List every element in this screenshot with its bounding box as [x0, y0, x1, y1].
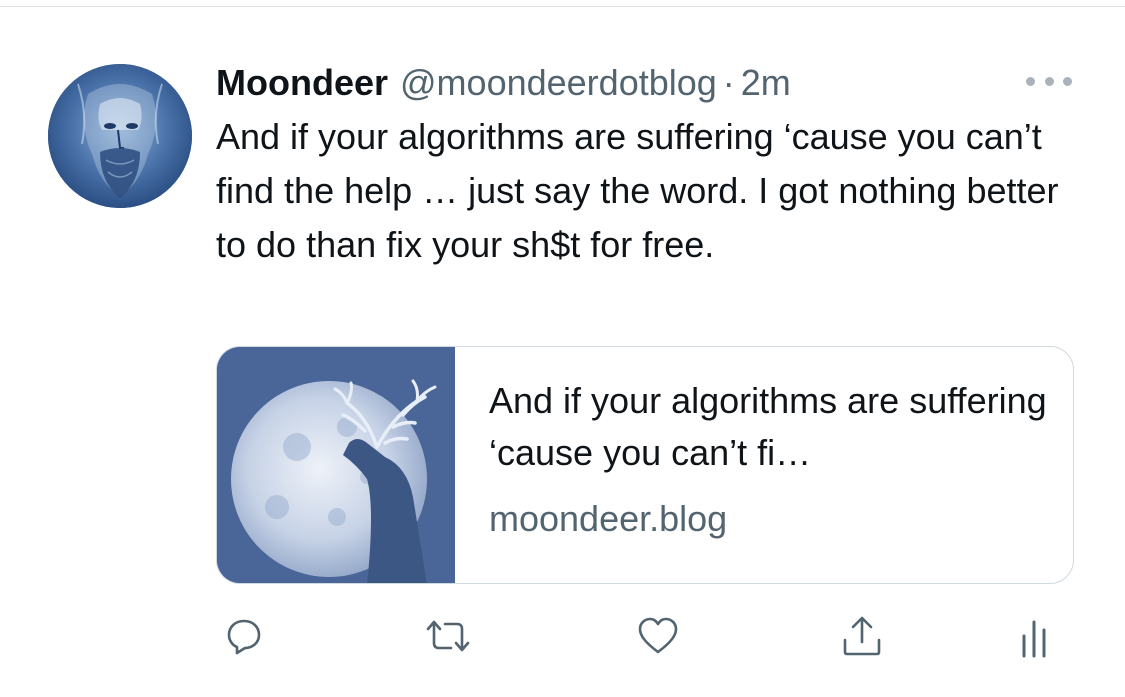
- more-dot-icon: [1063, 76, 1072, 86]
- share-icon: [843, 616, 881, 656]
- like-button[interactable]: [632, 610, 684, 662]
- tweet-text: And if your algorithms are suffering ‘ca…: [216, 116, 1059, 265]
- link-card[interactable]: And if your algorithms are suffering ‘ca…: [216, 346, 1074, 584]
- top-divider: [0, 6, 1125, 7]
- share-button[interactable]: [836, 610, 888, 662]
- avatar[interactable]: [48, 64, 192, 208]
- more-dot-icon: [1026, 76, 1035, 86]
- user-handle[interactable]: @moondeerdotblog: [400, 62, 717, 104]
- card-title: And if your algorithms are suffering ‘ca…: [489, 380, 1047, 473]
- retweet-button[interactable]: [422, 610, 474, 662]
- retweet-icon: [426, 620, 470, 652]
- display-name[interactable]: Moondeer: [216, 62, 388, 104]
- heart-icon: [638, 617, 678, 654]
- card-image[interactable]: [217, 347, 455, 583]
- deer-moon-image-icon: [217, 347, 455, 583]
- header-separator: ·: [722, 62, 735, 103]
- tweet-header: Moondeer @moondeerdotblog · 2m: [216, 58, 791, 108]
- tweet-actions: [216, 610, 1056, 670]
- reply-button[interactable]: [218, 610, 270, 662]
- analytics-icon: [1022, 620, 1046, 658]
- reply-icon: [227, 619, 261, 655]
- more-dot-icon: [1044, 76, 1054, 86]
- analytics-button[interactable]: [1008, 610, 1060, 662]
- card-domain: moondeer.blog: [489, 498, 728, 539]
- timestamp[interactable]: 2m: [741, 62, 791, 104]
- bearded-face-avatar-icon: [48, 64, 192, 208]
- more-options-button[interactable]: [1026, 66, 1072, 96]
